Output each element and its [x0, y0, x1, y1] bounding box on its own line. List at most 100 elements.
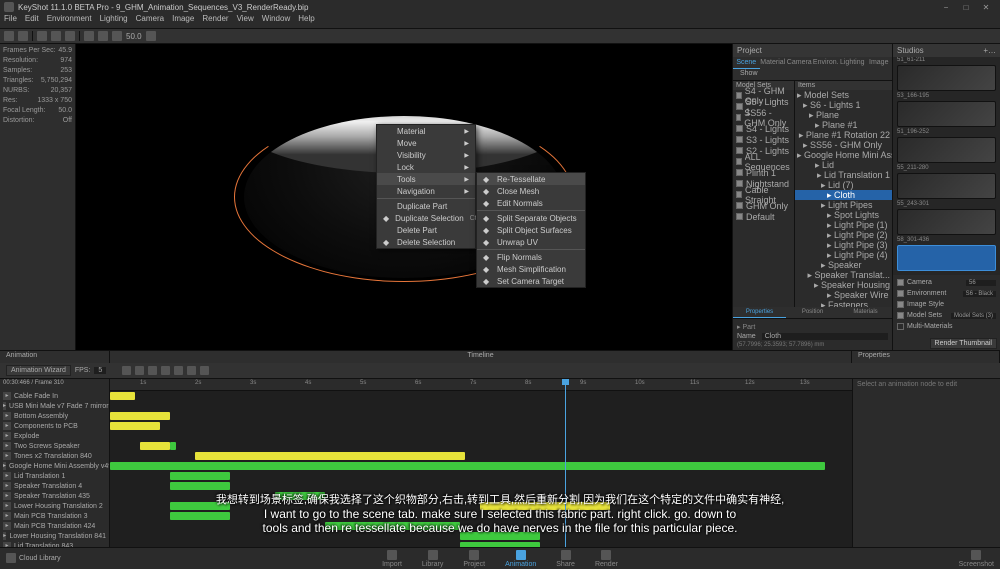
menu-item[interactable]: ◆Mesh Simplification [477, 263, 585, 275]
tree-node[interactable]: ▸ Speaker Housing [795, 280, 892, 290]
zoom-icon[interactable] [112, 31, 122, 41]
animation-clip[interactable] [170, 472, 230, 480]
menu-help[interactable]: Help [298, 14, 314, 28]
tree-node[interactable]: ▸ Lid [795, 160, 892, 170]
studio-option[interactable]: EnvironmentS6 - Black [897, 288, 996, 299]
ptab-position[interactable]: Position [786, 307, 839, 318]
track-item[interactable]: ▸USB Mini Male v7 Fade 7 mirror [0, 401, 109, 411]
studio-option[interactable]: Camera56 [897, 277, 996, 288]
name-field[interactable]: Cloth [762, 333, 888, 340]
studio-option[interactable]: Image Style [897, 299, 996, 310]
tab-image[interactable]: Image [866, 57, 893, 69]
tree-node[interactable]: ▸ Plane [795, 110, 892, 120]
tree-node[interactable]: ▸ Spot Lights [795, 210, 892, 220]
menu-item[interactable]: ◆Re-Tessellate [477, 173, 585, 185]
track-item[interactable]: ▸Lid Translation 1 [0, 471, 109, 481]
bottombar-library[interactable]: Library [422, 550, 443, 568]
track-item[interactable]: ▸Google Home Mini Assembly v49 Rotatio..… [0, 461, 109, 471]
tree-node[interactable]: ▸ Speaker [795, 260, 892, 270]
animation-clip[interactable] [140, 442, 170, 450]
bottombar-animation[interactable]: Animation [505, 550, 536, 568]
tree-node[interactable]: ▸ Light Pipe (4) [795, 250, 892, 260]
tree-node[interactable]: ▸ Lid (7) [795, 180, 892, 190]
animation-clip[interactable] [110, 462, 825, 470]
ptab-properties[interactable]: Properties [733, 307, 786, 318]
bottombar-project[interactable]: Project [463, 550, 485, 568]
menu-environment[interactable]: Environment [47, 14, 92, 28]
menu-item[interactable]: Navigation▶ [377, 185, 475, 197]
animation-clip[interactable] [110, 422, 160, 430]
menu-item[interactable]: Material▶ [377, 125, 475, 137]
studio-thumbnail[interactable] [897, 101, 996, 127]
cloud-icon[interactable] [6, 553, 16, 563]
viewport-3d[interactable]: Material▶Move▶Visibility▶Lock▶Tools▶Navi… [76, 44, 732, 350]
fps-field[interactable]: 5 [94, 367, 106, 374]
settings-icon[interactable] [200, 366, 209, 375]
menu-view[interactable]: View [237, 14, 254, 28]
menu-file[interactable]: File [4, 14, 17, 28]
animation-clip[interactable] [195, 452, 465, 460]
minimize-button[interactable]: − [936, 3, 956, 12]
bottombar-share[interactable]: Share [556, 550, 575, 568]
studio-thumbnail[interactable] [897, 137, 996, 163]
track-item[interactable]: ▸Two Screws Speaker [0, 441, 109, 451]
loop-icon[interactable] [187, 366, 196, 375]
menu-edit[interactable]: Edit [25, 14, 39, 28]
screenshot-button[interactable]: Screenshot [959, 550, 994, 568]
bottombar-render[interactable]: Render [595, 550, 618, 568]
menu-item[interactable]: Lock▶ [377, 161, 475, 173]
animation-clip[interactable] [170, 442, 176, 450]
track-item[interactable]: ▸Tones x2 Translation 840 [0, 451, 109, 461]
menu-render[interactable]: Render [202, 14, 228, 28]
undo-icon[interactable] [4, 31, 14, 41]
redo-icon[interactable] [18, 31, 28, 41]
track-item[interactable]: ▸Explode [0, 431, 109, 441]
studio-thumbnail[interactable] [897, 173, 996, 199]
step-forward-icon[interactable] [161, 366, 170, 375]
tree-node[interactable]: ▸ Speaker Translat... [795, 270, 892, 280]
menu-item[interactable]: ◆Set Camera Target [477, 275, 585, 287]
track-item[interactable]: ▸Main PCB Translation 3 [0, 511, 109, 521]
tree-node[interactable]: ▸ Speaker Wire [795, 290, 892, 300]
maximize-button[interactable]: □ [956, 3, 976, 12]
timeline-ruler[interactable]: 1s2s3s4s5s6s7s8s9s10s11s12s13s [110, 379, 852, 391]
menu-lighting[interactable]: Lighting [100, 14, 128, 28]
tab-lighting[interactable]: Lighting [839, 57, 866, 69]
track-item[interactable]: ▸Speaker Translation 4 [0, 481, 109, 491]
skip-start-icon[interactable] [122, 366, 131, 375]
tab-material[interactable]: Material [760, 57, 787, 69]
studio-option[interactable]: Model SetsModel Sets (3) [897, 310, 996, 321]
menu-item[interactable]: Duplicate Part [377, 200, 475, 212]
menu-item[interactable]: ◆Unwrap UV [477, 236, 585, 248]
close-button[interactable]: ✕ [976, 3, 996, 12]
pan-icon[interactable] [84, 31, 94, 41]
animation-clip[interactable] [170, 482, 230, 490]
tree-node[interactable]: ▸ Light Pipe (3) [795, 240, 892, 250]
menu-item[interactable]: Visibility▶ [377, 149, 475, 161]
tree-node[interactable]: ▸ Cloth [795, 190, 892, 200]
modelset-item[interactable]: ALL Sequences [733, 156, 794, 167]
tab-scene[interactable]: Scene [733, 57, 760, 69]
tree-node[interactable]: ▸ S6 - Lights 1 [795, 100, 892, 110]
tree-node[interactable]: ▸ Google Home Mini Ass... [795, 150, 892, 160]
menu-item[interactable]: ◆Edit Normals [477, 197, 585, 209]
modelset-item[interactable]: SS56 - GHM Only [733, 112, 794, 123]
menu-item[interactable]: Delete Part [377, 224, 475, 236]
animation-clip[interactable] [110, 412, 170, 420]
tree-node[interactable]: ▸ Plane #1 Rotation 22 [795, 130, 892, 140]
move-icon[interactable] [51, 31, 61, 41]
tree-node[interactable]: ▸ Light Pipe (1) [795, 220, 892, 230]
render-thumbnail-button[interactable]: Render Thumbnail [930, 338, 997, 349]
studios-add-button[interactable]: +… [983, 46, 996, 55]
menu-image[interactable]: Image [172, 14, 194, 28]
track-item[interactable]: ▸Main PCB Translation 424 [0, 521, 109, 531]
tree-node[interactable]: ▸ Model Sets [795, 90, 892, 100]
modelset-item[interactable]: Cable Straight [733, 189, 794, 200]
tab-environ.[interactable]: Environ. [813, 57, 840, 69]
studio-option[interactable]: Multi-Materials [897, 321, 996, 332]
menu-item[interactable]: ◆Delete Selection [377, 236, 475, 248]
studio-thumbnail[interactable] [897, 245, 996, 271]
studio-thumbnail[interactable] [897, 65, 996, 91]
tab-camera[interactable]: Camera [786, 57, 813, 69]
show-label[interactable]: Show [737, 69, 761, 80]
